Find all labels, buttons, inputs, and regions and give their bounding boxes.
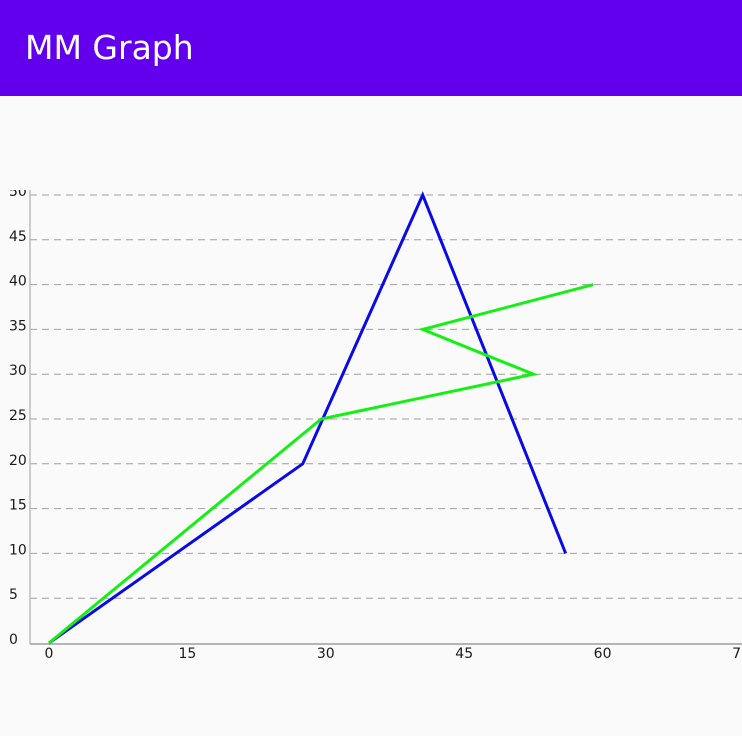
y-tick-label-30: 30 bbox=[9, 363, 27, 379]
y-tick-label-35: 35 bbox=[9, 318, 27, 334]
y-tick-label-40: 40 bbox=[9, 274, 27, 290]
y-tick-label-10: 10 bbox=[9, 542, 27, 558]
x-tick-label-15: 15 bbox=[178, 646, 196, 662]
y-tick-label-15: 15 bbox=[9, 498, 27, 514]
y-tick-label-20: 20 bbox=[9, 453, 27, 469]
y-tick-label-45: 45 bbox=[9, 229, 27, 245]
x-tick-label-30: 30 bbox=[317, 646, 335, 662]
x-tick-label-60: 60 bbox=[594, 646, 612, 662]
y-tick-label-25: 25 bbox=[9, 408, 27, 424]
x-tick-label-0: 0 bbox=[45, 646, 54, 662]
y-tick-label-5: 5 bbox=[9, 587, 18, 603]
axes bbox=[29, 190, 742, 645]
y-tick-labels: 0 5 10 15 20 25 30 35 40 45 50 bbox=[9, 184, 27, 648]
y-tick-label-50: 50 bbox=[9, 184, 27, 200]
grid-lines bbox=[30, 194, 742, 599]
x-tick-labels: 0 15 30 45 60 75 bbox=[45, 646, 742, 662]
x-tick-label-75: 75 bbox=[732, 646, 742, 662]
y-tick-label-0: 0 bbox=[9, 632, 18, 648]
line-chart: 0 5 10 15 20 25 30 35 40 45 50 0 15 30 45 60 75 bbox=[9, 184, 742, 662]
x-tick-label-45: 45 bbox=[455, 646, 473, 662]
